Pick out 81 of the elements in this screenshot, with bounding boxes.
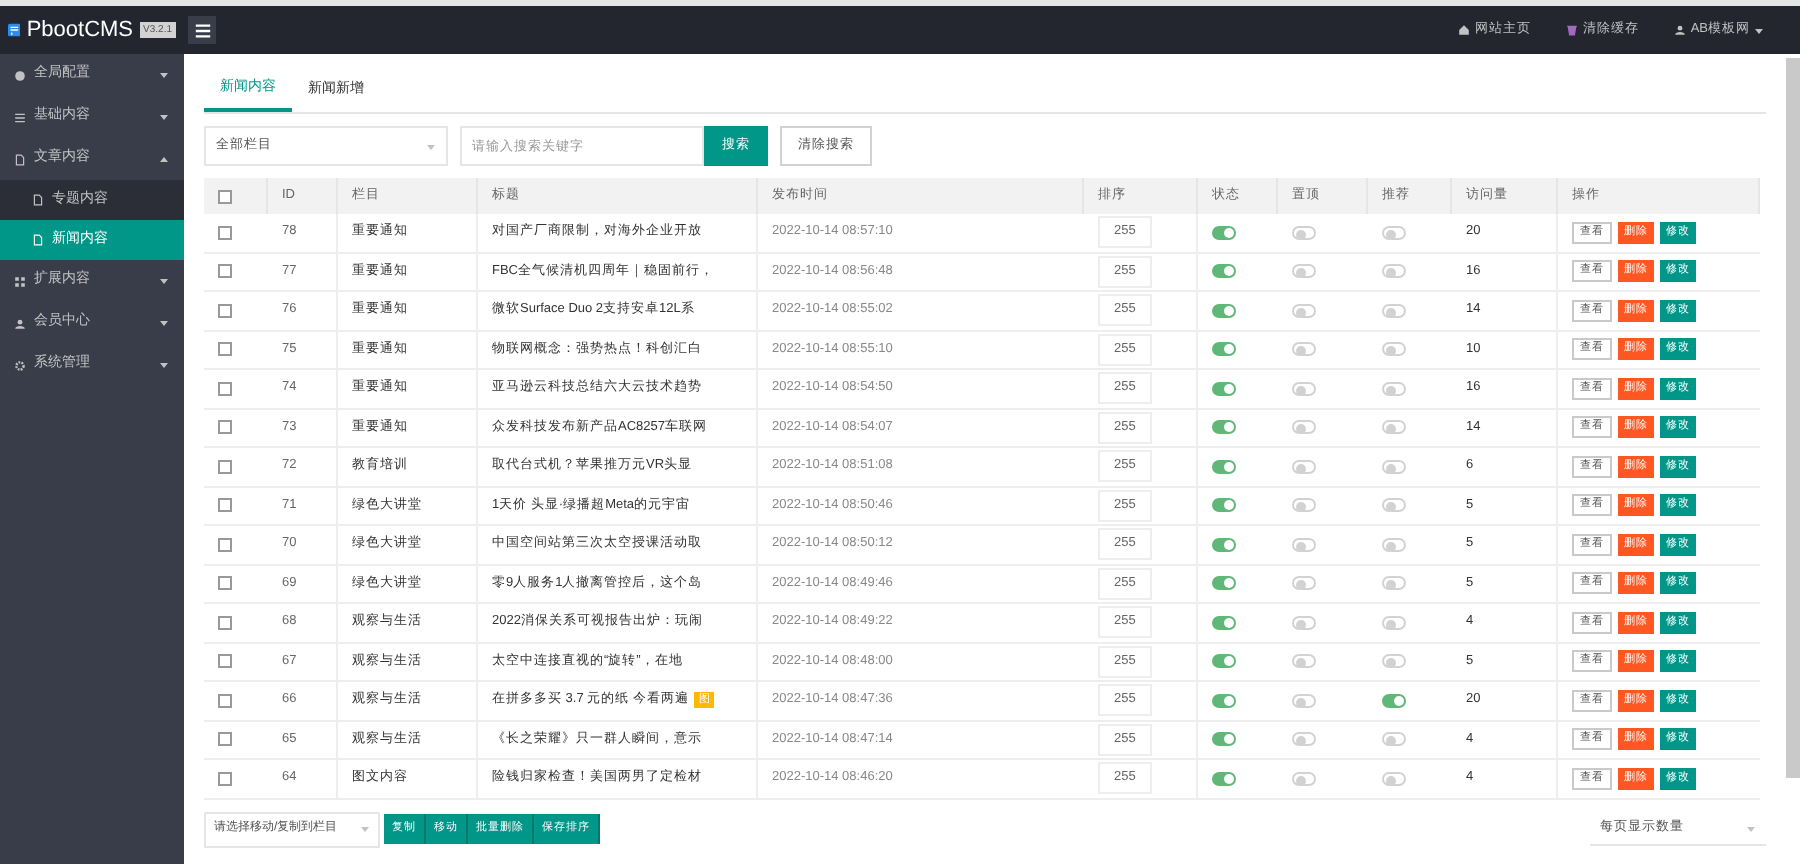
toggle-switch[interactable] xyxy=(1212,732,1236,747)
toggle-switch[interactable] xyxy=(1212,537,1236,552)
checkbox[interactable] xyxy=(218,342,232,357)
toggle-switch[interactable] xyxy=(1212,615,1236,630)
toggle-switch[interactable] xyxy=(1382,420,1406,435)
toggle-switch[interactable] xyxy=(1212,342,1236,357)
toggle-switch[interactable] xyxy=(1382,459,1406,474)
checkbox[interactable] xyxy=(218,264,232,279)
checkbox[interactable] xyxy=(218,732,232,747)
toggle-switch[interactable] xyxy=(1382,576,1406,591)
toggle-switch[interactable] xyxy=(1292,654,1316,669)
toggle-switch[interactable] xyxy=(1292,576,1316,591)
globe-icon xyxy=(14,69,26,81)
toggle-switch[interactable] xyxy=(1382,771,1406,786)
toggle-switch[interactable] xyxy=(1292,498,1316,513)
checkbox[interactable] xyxy=(218,420,232,435)
caret-down-icon xyxy=(360,824,370,834)
toggle-switch[interactable] xyxy=(1292,771,1316,786)
user-icon xyxy=(14,317,26,329)
document-icon xyxy=(32,194,44,206)
checkbox[interactable] xyxy=(218,303,232,318)
toggle-switch[interactable] xyxy=(1292,225,1316,240)
toggle-switch[interactable] xyxy=(1292,342,1316,357)
toggle-switch[interactable] xyxy=(1212,420,1236,435)
list-icon xyxy=(14,111,26,123)
gear-icon xyxy=(14,359,26,371)
toggle-switch[interactable] xyxy=(1212,303,1236,318)
toggle-switch[interactable] xyxy=(1292,381,1316,396)
toggle-switch[interactable] xyxy=(1212,498,1236,513)
toggle-switch[interactable] xyxy=(1212,576,1236,591)
checkbox[interactable] xyxy=(218,693,232,708)
logo-text: PbootCMS xyxy=(26,15,134,46)
logo-icon xyxy=(8,18,21,42)
checkbox[interactable] xyxy=(218,381,232,396)
caret-icon xyxy=(1754,25,1764,35)
document-icon xyxy=(32,234,44,246)
toggle-switch[interactable] xyxy=(1212,225,1236,240)
checkbox[interactable] xyxy=(218,225,232,240)
toggle-switch[interactable] xyxy=(1382,264,1406,279)
toggle-switch[interactable] xyxy=(1382,693,1406,708)
grid-icon xyxy=(14,275,26,287)
checkbox[interactable] xyxy=(218,498,232,513)
user-icon xyxy=(1674,24,1687,36)
toggle-switch[interactable] xyxy=(1382,225,1406,240)
toggle-switch[interactable] xyxy=(1292,459,1316,474)
toggle-switch[interactable] xyxy=(1292,615,1316,630)
checkbox[interactable] xyxy=(218,189,232,203)
trash-icon xyxy=(1566,24,1579,36)
toggle-switch[interactable] xyxy=(1382,303,1406,318)
caret-down-icon xyxy=(1746,823,1756,833)
toggle-switch[interactable] xyxy=(1382,615,1406,630)
scrollbar[interactable] xyxy=(1786,58,1800,778)
toggle-switch[interactable] xyxy=(1292,264,1316,279)
toggle-switch[interactable] xyxy=(1292,303,1316,318)
toggle-switch[interactable] xyxy=(1212,381,1236,396)
toggle-switch[interactable] xyxy=(1292,732,1316,747)
checkbox[interactable] xyxy=(218,537,232,552)
toggle-switch[interactable] xyxy=(1292,693,1316,708)
toggle-switch[interactable] xyxy=(1292,420,1316,435)
toggle-switch[interactable] xyxy=(1292,537,1316,552)
checkbox[interactable] xyxy=(218,459,232,474)
toggle-switch[interactable] xyxy=(1382,498,1406,513)
checkbox[interactable] xyxy=(218,654,232,669)
toggle-switch[interactable] xyxy=(1382,654,1406,669)
toggle-switch[interactable] xyxy=(1382,732,1406,747)
home-icon xyxy=(1458,24,1471,36)
toggle-switch[interactable] xyxy=(1212,654,1236,669)
menu-icon xyxy=(193,21,211,39)
checkbox[interactable] xyxy=(218,771,232,786)
caret-down-icon xyxy=(426,141,436,151)
toggle-switch[interactable] xyxy=(1382,381,1406,396)
toggle-switch[interactable] xyxy=(1212,264,1236,279)
menu-button[interactable] xyxy=(188,16,216,44)
toggle-switch[interactable] xyxy=(1212,693,1236,708)
toggle-switch[interactable] xyxy=(1212,771,1236,786)
toggle-switch[interactable] xyxy=(1382,537,1406,552)
toggle-switch[interactable] xyxy=(1382,342,1406,357)
toggle-switch[interactable] xyxy=(1212,459,1236,474)
document-icon xyxy=(14,153,26,165)
checkbox[interactable] xyxy=(218,615,232,630)
checkbox[interactable] xyxy=(218,576,232,591)
